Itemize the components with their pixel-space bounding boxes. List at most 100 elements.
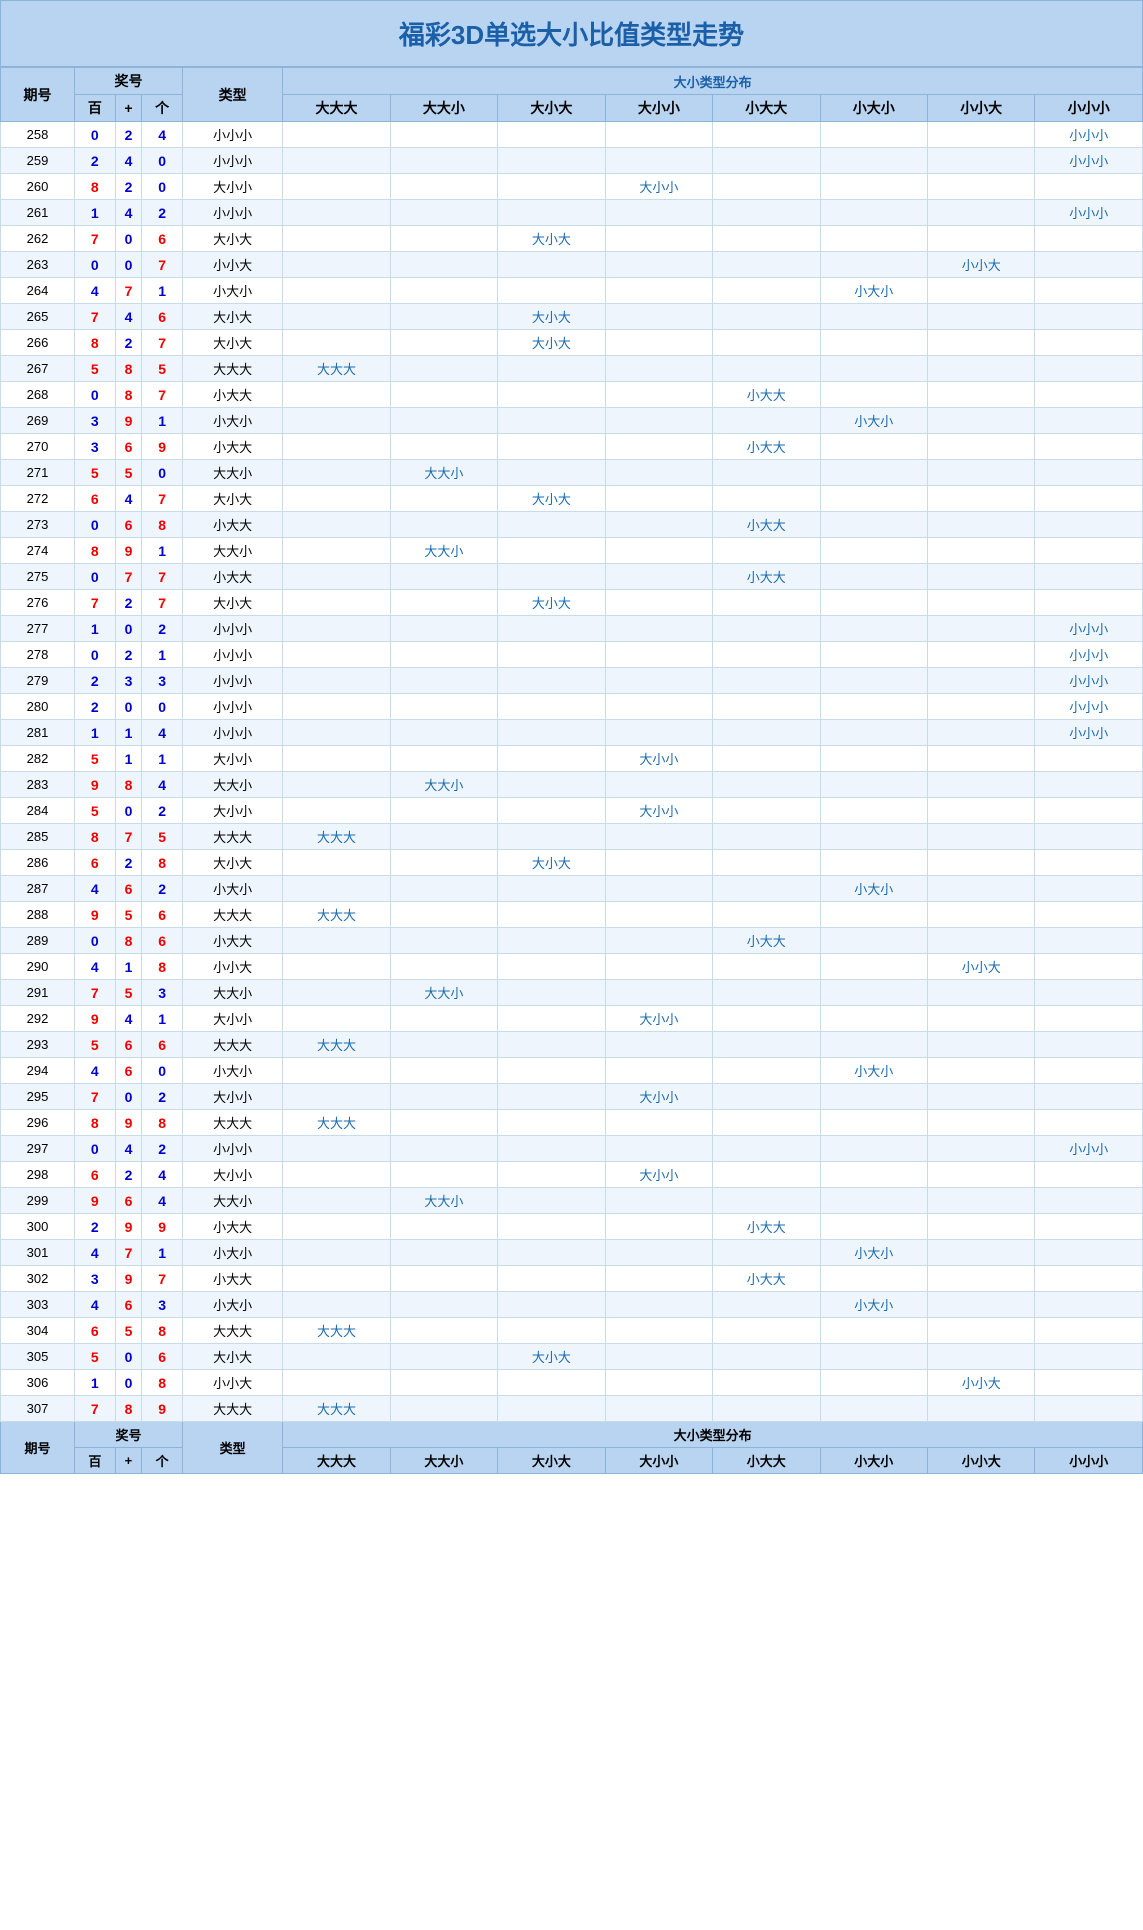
cell-unit: 1: [142, 642, 183, 668]
cell-dist-2: [498, 928, 605, 954]
cell-dist-2: [498, 148, 605, 174]
cell-hundred: 8: [75, 330, 116, 356]
cell-dist-3: [605, 1396, 712, 1422]
cell-hundred: 4: [75, 278, 116, 304]
table-row: 275077小大大小大大: [1, 564, 1143, 590]
table-row: 307789大大大大大大: [1, 1396, 1143, 1422]
cell-dist-6: [927, 1344, 1034, 1370]
cell-period: 302: [1, 1266, 75, 1292]
cell-unit: 5: [142, 824, 183, 850]
table-row: 306108小小大小小大: [1, 1370, 1143, 1396]
cell-dist-5: [820, 330, 927, 356]
cell-dist-7: [1035, 590, 1143, 616]
cell-dist-5: [820, 642, 927, 668]
cell-period: 299: [1, 1188, 75, 1214]
cell-unit: 8: [142, 1110, 183, 1136]
cell-dist-1: [390, 876, 497, 902]
cell-ten: 2: [115, 590, 142, 616]
cell-dist-4: [713, 1058, 820, 1084]
cell-hundred: 6: [75, 1318, 116, 1344]
cell-dist-1: [390, 356, 497, 382]
cell-dist-3: [605, 460, 712, 486]
cell-ten: 8: [115, 382, 142, 408]
table-row: 304658大大大大大大: [1, 1318, 1143, 1344]
cell-dist-6: [927, 746, 1034, 772]
cell-ten: 0: [115, 252, 142, 278]
cell-unit: 8: [142, 954, 183, 980]
cell-dist-5: [820, 1318, 927, 1344]
cell-unit: 2: [142, 876, 183, 902]
cell-type: 大小大: [182, 590, 282, 616]
cell-dist-5: 小大小: [820, 278, 927, 304]
cell-dist-6: [927, 148, 1034, 174]
table-row: 287462小大小小大小: [1, 876, 1143, 902]
cell-unit: 4: [142, 720, 183, 746]
cell-dist-5: [820, 772, 927, 798]
cell-ten: 4: [115, 148, 142, 174]
cell-dist-5: [820, 850, 927, 876]
cell-dist-5: [820, 1396, 927, 1422]
table-row: 258024小小小小小小: [1, 122, 1143, 148]
cell-period: 289: [1, 928, 75, 954]
cell-hundred: 0: [75, 564, 116, 590]
cell-type: 小大大: [182, 928, 282, 954]
cell-dist-3: [605, 720, 712, 746]
cell-dist-1: [390, 1344, 497, 1370]
cell-dist-2: 大小大: [498, 850, 605, 876]
cell-dist-2: [498, 954, 605, 980]
cell-ten: 3: [115, 668, 142, 694]
cell-ten: 7: [115, 278, 142, 304]
cell-unit: 1: [142, 1006, 183, 1032]
table-row: 263007小小大小小大: [1, 252, 1143, 278]
cell-hundred: 6: [75, 486, 116, 512]
cell-dist-6: [927, 304, 1034, 330]
cell-dist-1: 大大小: [390, 460, 497, 486]
cell-dist-6: [927, 1058, 1034, 1084]
cell-dist-7: [1035, 1188, 1143, 1214]
cell-dist-4: [713, 148, 820, 174]
cell-dist-4: [713, 356, 820, 382]
cell-unit: 1: [142, 746, 183, 772]
cell-dist-4: [713, 668, 820, 694]
cell-dist-6: [927, 1292, 1034, 1318]
cell-dist-3: [605, 668, 712, 694]
cell-period: 291: [1, 980, 75, 1006]
cell-dist-3: [605, 1032, 712, 1058]
cell-type: 小小小: [182, 720, 282, 746]
cell-dist-1: [390, 590, 497, 616]
cell-unit: 6: [142, 902, 183, 928]
cell-type: 大小小: [182, 746, 282, 772]
cell-dist-0: [283, 798, 390, 824]
cell-dist-0: [283, 928, 390, 954]
cell-dist-0: [283, 538, 390, 564]
cell-dist-5: 小大小: [820, 876, 927, 902]
cell-dist-6: [927, 200, 1034, 226]
cell-type: 小小小: [182, 200, 282, 226]
th-type: 类型: [182, 68, 282, 122]
cell-type: 大小小: [182, 174, 282, 200]
cell-ten: 4: [115, 200, 142, 226]
cell-hundred: 2: [75, 148, 116, 174]
cell-dist-4: [713, 616, 820, 642]
cell-dist-7: [1035, 928, 1143, 954]
cell-dist-4: [713, 1162, 820, 1188]
cell-hundred: 1: [75, 720, 116, 746]
cell-dist-4: [713, 1396, 820, 1422]
cell-dist-1: [390, 1240, 497, 1266]
cell-dist-0: [283, 460, 390, 486]
cell-dist-7: [1035, 1058, 1143, 1084]
cell-unit: 1: [142, 278, 183, 304]
cell-type: 大大大: [182, 356, 282, 382]
cell-hundred: 1: [75, 1370, 116, 1396]
cell-dist-0: [283, 1266, 390, 1292]
cell-dist-0: [283, 642, 390, 668]
cell-ten: 2: [115, 850, 142, 876]
cell-period: 279: [1, 668, 75, 694]
table-row: 264471小大小小大小: [1, 278, 1143, 304]
cell-period: 265: [1, 304, 75, 330]
cell-dist-5: [820, 122, 927, 148]
cell-hundred: 5: [75, 1032, 116, 1058]
cell-dist-5: [820, 486, 927, 512]
cell-hundred: 3: [75, 434, 116, 460]
cell-dist-7: [1035, 226, 1143, 252]
